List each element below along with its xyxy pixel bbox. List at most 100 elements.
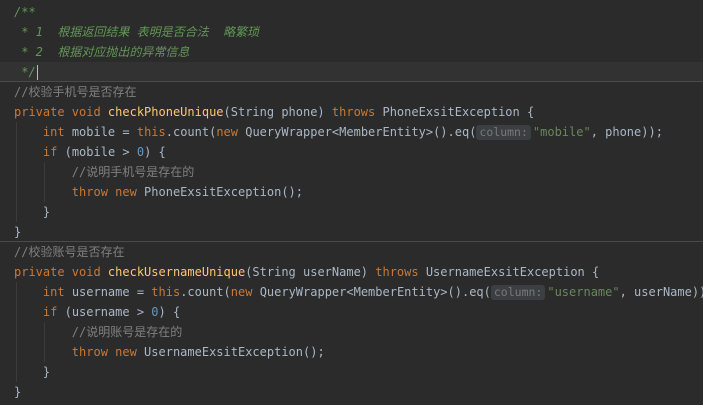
- code-line-method-check-phone-unique[interactable]: private void checkPhoneUnique(String pho…: [0, 102, 703, 122]
- code-token: //校验手机号是否存在: [14, 85, 137, 99]
- code-text: if (mobile > 0) {: [14, 142, 166, 162]
- code-token: PhoneExsitException {: [382, 105, 535, 119]
- code-line-throw-username-exception[interactable]: throw new UsernameExsitException();: [0, 342, 703, 362]
- code-token: "mobile": [532, 125, 591, 139]
- code-line-close-method-1[interactable]: }: [0, 222, 703, 242]
- code-token: "username": [547, 285, 620, 299]
- code-token: .count(: [165, 125, 217, 139]
- code-line-if-username-positive[interactable]: if (username > 0) {: [0, 302, 703, 322]
- code-text: int username = this.count(new QueryWrapp…: [14, 282, 703, 302]
- code-token: checkUsernameUnique: [107, 265, 246, 279]
- code-text: int mobile = this.count(new QueryWrapper…: [14, 122, 663, 142]
- code-line-doc-line-2[interactable]: * 2 根据对应抛出的异常信息: [0, 42, 703, 62]
- code-token: * 1 根据返回结果 表明是否合法 略繁琐: [14, 25, 260, 39]
- code-token: //校验账号是否存在: [14, 245, 125, 259]
- code-token: throws: [331, 105, 383, 119]
- code-line-doc-close[interactable]: */: [0, 62, 703, 82]
- code-token: }: [14, 225, 22, 239]
- code-token: this: [136, 125, 166, 139]
- code-token: , phone));: [590, 125, 663, 139]
- code-token: //说明账号是存在的: [71, 325, 183, 339]
- code-text: }: [14, 202, 50, 222]
- code-text: private void checkUsernameUnique(String …: [14, 262, 599, 282]
- code-text: * 1 根据返回结果 表明是否合法 略繁琐: [14, 22, 259, 42]
- code-token: (username >: [64, 305, 152, 319]
- code-line-comment-phone-exists[interactable]: //说明手机号是存在的: [0, 162, 703, 182]
- code-token: if: [42, 305, 65, 319]
- code-line-close-if-2[interactable]: }: [0, 362, 703, 382]
- code-text: /**: [14, 2, 36, 22]
- code-text: private void checkPhoneUnique(String pho…: [14, 102, 534, 122]
- code-token: UsernameExsitException();: [144, 345, 325, 359]
- code-line-throw-phone-exception[interactable]: throw new PhoneExsitException();: [0, 182, 703, 202]
- code-line-method-check-username-unique[interactable]: private void checkUsernameUnique(String …: [0, 262, 703, 282]
- code-text: }: [14, 222, 21, 242]
- code-text: }: [14, 382, 21, 402]
- code-token: new: [230, 285, 260, 299]
- code-text: */: [14, 62, 38, 82]
- code-token: /**: [14, 5, 36, 19]
- code-token: private void: [14, 105, 108, 119]
- code-token: (String userName): [245, 265, 376, 279]
- code-text: //校验账号是否存在: [14, 242, 124, 262]
- code-editor[interactable]: /** * 1 根据返回结果 表明是否合法 略繁琐 * 2 根据对应抛出的异常信…: [0, 0, 703, 405]
- code-token: checkPhoneUnique: [107, 105, 224, 119]
- code-text: }: [14, 362, 50, 382]
- code-token: //说明手机号是存在的: [71, 165, 195, 179]
- code-text: //说明手机号是存在的: [14, 162, 194, 182]
- code-text: if (username > 0) {: [14, 302, 180, 322]
- code-token: throw new: [71, 185, 145, 199]
- code-line-comment-check-phone[interactable]: //校验手机号是否存在: [0, 82, 703, 102]
- code-token: throws: [375, 265, 426, 279]
- code-line-if-mobile-positive[interactable]: if (mobile > 0) {: [0, 142, 703, 162]
- code-token: int: [42, 285, 72, 299]
- code-line-comment-username-exists[interactable]: //说明账号是存在的: [0, 322, 703, 342]
- code-token: }: [14, 385, 22, 399]
- indent-guide: [16, 122, 17, 222]
- code-text: * 2 根据对应抛出的异常信息: [14, 42, 189, 62]
- code-token: 0: [151, 305, 159, 319]
- method-separator: [0, 81, 703, 82]
- text-caret: [36, 65, 38, 80]
- code-token: ) {: [158, 305, 181, 319]
- code-token: QueryWrapper<MemberEntity>().eq(: [245, 125, 477, 139]
- code-token: new: [216, 125, 246, 139]
- code-token: (String phone): [223, 105, 332, 119]
- code-text: throw new PhoneExsitException();: [14, 182, 303, 202]
- code-token: mobile =: [71, 125, 137, 139]
- code-token: .count(: [180, 285, 231, 299]
- code-token: private void: [14, 265, 108, 279]
- indent-guide: [44, 322, 45, 362]
- code-line-comment-check-username[interactable]: //校验账号是否存在: [0, 242, 703, 262]
- code-line-close-if-1[interactable]: }: [0, 202, 703, 222]
- code-line-doc-open[interactable]: /**: [0, 2, 703, 22]
- indent-guide: [16, 282, 17, 382]
- code-token: username =: [71, 285, 152, 299]
- code-line-doc-line-1[interactable]: * 1 根据返回结果 表明是否合法 略繁琐: [0, 22, 703, 42]
- code-token: */: [14, 65, 36, 79]
- code-token: }: [14, 205, 51, 219]
- code-token: }: [14, 365, 51, 379]
- code-text: //说明账号是存在的: [14, 322, 182, 342]
- parameter-hint: column:: [476, 125, 531, 140]
- code-token: QueryWrapper<MemberEntity>().eq(: [259, 285, 491, 299]
- code-token: throw new: [71, 345, 145, 359]
- code-token: PhoneExsitException();: [144, 185, 303, 199]
- code-line-username-count-statement[interactable]: int username = this.count(new QueryWrapp…: [0, 282, 703, 302]
- code-line-mobile-count-statement[interactable]: int mobile = this.count(new QueryWrapper…: [0, 122, 703, 142]
- code-token: if: [42, 145, 65, 159]
- code-token: 0: [136, 145, 145, 159]
- code-line-close-method-2[interactable]: }: [0, 382, 703, 402]
- code-token: , userName));: [619, 285, 703, 299]
- code-token: this: [151, 285, 181, 299]
- code-token: UsernameExsitException {: [425, 265, 600, 279]
- code-token: int: [42, 125, 72, 139]
- parameter-hint: column:: [490, 285, 546, 300]
